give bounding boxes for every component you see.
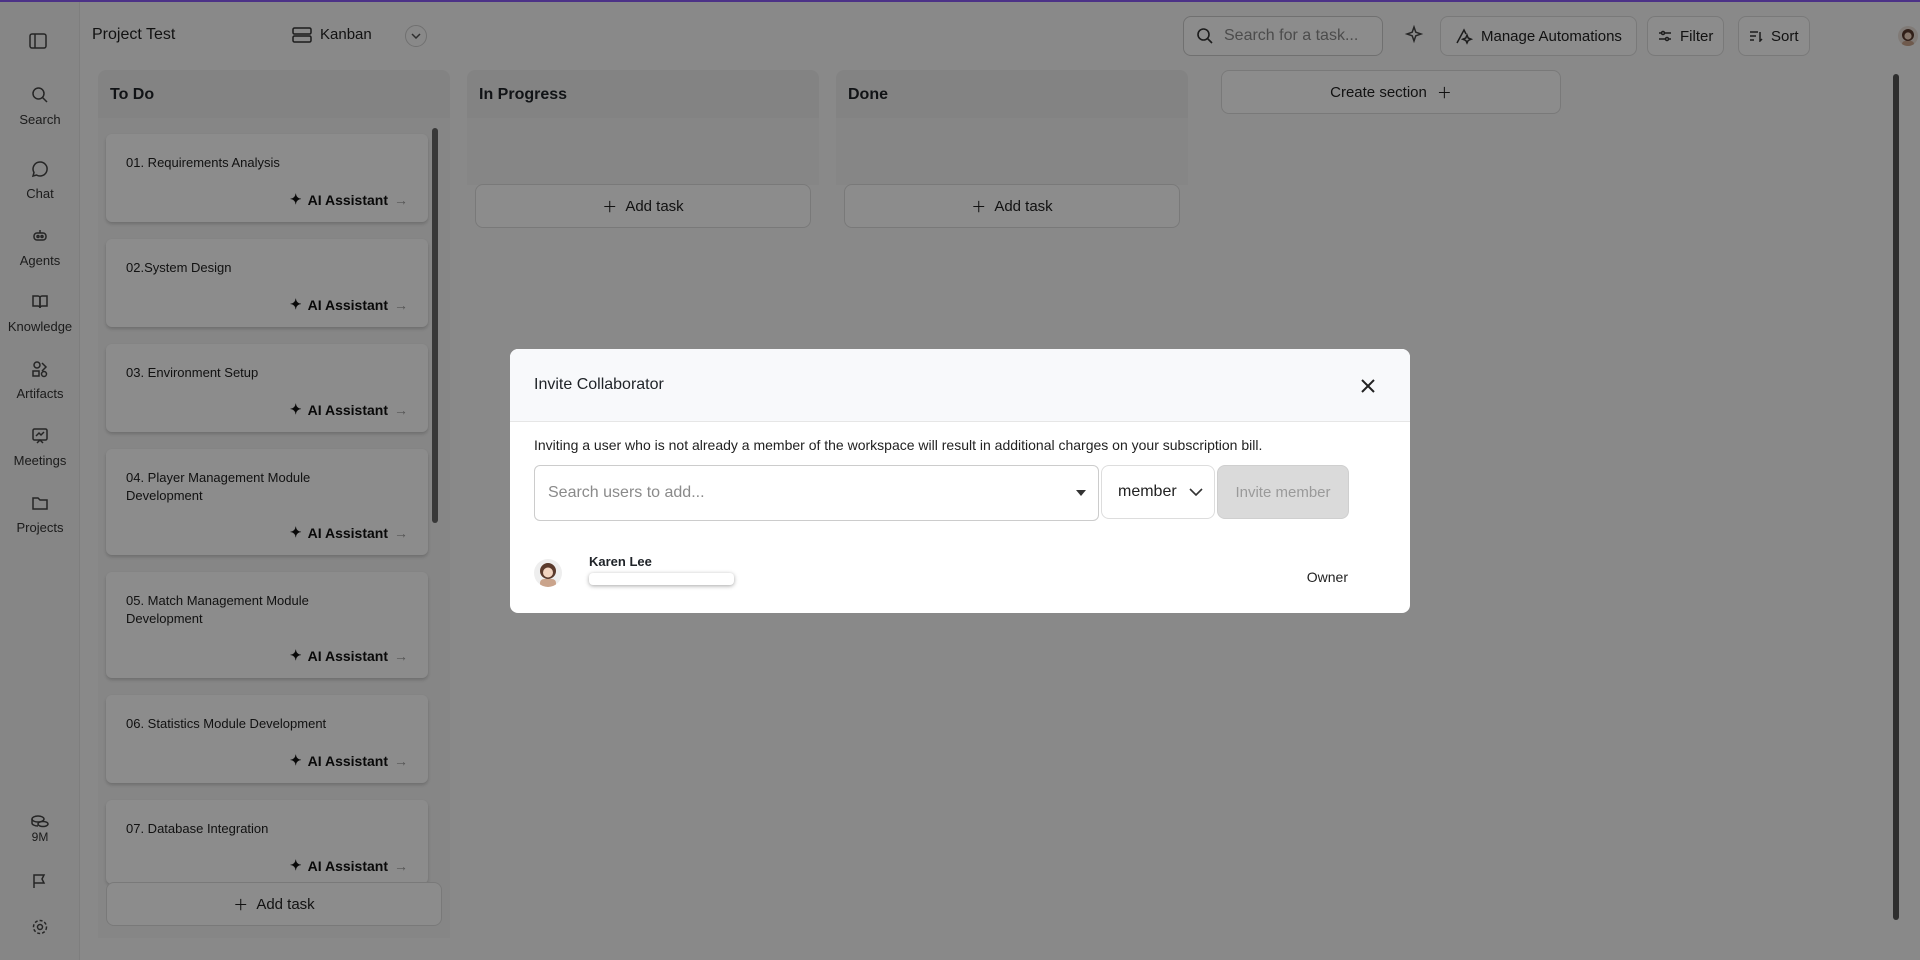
dialog-header: Invite Collaborator: [510, 349, 1410, 422]
role-select[interactable]: member: [1101, 465, 1215, 519]
chevron-down-icon: [1189, 488, 1203, 496]
invite-member-button[interactable]: Invite member: [1217, 465, 1349, 519]
billing-note: Inviting a user who is not already a mem…: [534, 437, 1263, 453]
role-value: member: [1118, 483, 1177, 500]
avatar: [534, 559, 562, 587]
member-name: Karen Lee: [589, 554, 652, 569]
user-search-placeholder: Search users to add...: [548, 484, 705, 501]
caret-down-icon: [1076, 490, 1086, 496]
member-email-redacted: [589, 573, 734, 585]
user-search-select[interactable]: Search users to add...: [534, 465, 1099, 521]
avatar-icon: [540, 563, 556, 587]
member-role: Owner: [1306, 569, 1348, 585]
close-icon[interactable]: [1357, 375, 1379, 397]
invite-member-label: Invite member: [1235, 483, 1331, 501]
dialog-title: Invite Collaborator: [534, 376, 664, 393]
member-row: Karen Lee Owner: [534, 549, 1386, 599]
invite-collaborator-dialog: Invite Collaborator Inviting a user who …: [510, 349, 1410, 613]
